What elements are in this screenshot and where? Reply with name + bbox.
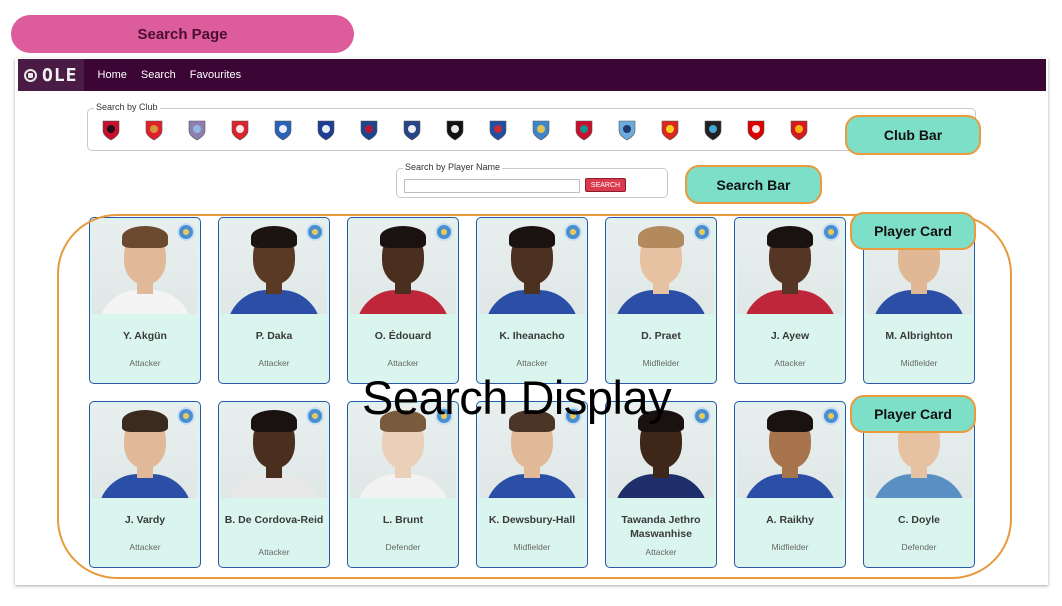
leicester-badge-icon bbox=[306, 407, 324, 425]
player-position: Attacker bbox=[129, 542, 161, 552]
nottingham-forest-crest-icon[interactable] bbox=[745, 119, 767, 141]
player-card-annotation: Player Card bbox=[850, 395, 976, 433]
player-card[interactable]: A. Raikhy Midfielder bbox=[734, 401, 846, 568]
player-name: B. De Cordova-Reid bbox=[224, 514, 324, 526]
search-bar-annotation: Search Bar bbox=[685, 165, 822, 204]
leicester-badge-icon bbox=[564, 223, 582, 241]
player-position: Attacker bbox=[774, 358, 806, 368]
leicester-badge-icon bbox=[822, 223, 840, 241]
ipswich-crest-icon[interactable] bbox=[487, 119, 509, 141]
player-card-annotation: Player Card bbox=[850, 212, 976, 250]
player-search-legend: Search by Player Name bbox=[403, 162, 503, 172]
screenshot-stage: Search Page OLE Home Search Favourites S… bbox=[0, 0, 1062, 606]
player-position: Midfielder bbox=[642, 358, 680, 368]
player-card[interactable]: K. Iheanacho Attacker bbox=[476, 217, 588, 384]
leicester-badge-icon bbox=[177, 223, 195, 241]
player-position: Midfielder bbox=[513, 542, 551, 552]
player-card[interactable]: L. Brunt Defender bbox=[347, 401, 459, 568]
navbar: OLE Home Search Favourites bbox=[18, 59, 1046, 91]
newcastle-crest-icon[interactable] bbox=[702, 119, 724, 141]
player-position: Attacker bbox=[258, 547, 290, 557]
player-card[interactable]: Tawanda Jethro Maswanhise Attacker bbox=[605, 401, 717, 568]
player-card[interactable]: D. Praet Midfielder bbox=[605, 217, 717, 384]
player-position: Midfielder bbox=[900, 358, 938, 368]
player-position: Attacker bbox=[258, 358, 290, 368]
player-name: J. Vardy bbox=[124, 514, 166, 526]
player-name: M. Albrighton bbox=[885, 330, 953, 342]
search-button[interactable]: SEARCH bbox=[585, 178, 626, 192]
player-position: Attacker bbox=[516, 358, 548, 368]
leicester-crest-icon[interactable] bbox=[530, 119, 552, 141]
player-card[interactable]: J. Vardy Attacker bbox=[89, 401, 201, 568]
player-name: D. Praet bbox=[641, 330, 681, 342]
fulham-crest-icon[interactable] bbox=[444, 119, 466, 141]
app-logo[interactable]: OLE bbox=[18, 59, 84, 91]
player-position: Defender bbox=[385, 542, 421, 552]
leicester-badge-icon bbox=[435, 223, 453, 241]
aston-villa-crest-icon[interactable] bbox=[186, 119, 208, 141]
player-position: Attacker bbox=[387, 358, 419, 368]
leicester-badge-icon bbox=[693, 407, 711, 425]
player-position: Attacker bbox=[129, 358, 161, 368]
club-filter-bar: Search by Club bbox=[87, 102, 976, 151]
man-city-crest-icon[interactable] bbox=[616, 119, 638, 141]
football-icon bbox=[24, 68, 37, 82]
leicester-badge-icon bbox=[693, 223, 711, 241]
player-name: K. Iheanacho bbox=[499, 330, 565, 342]
player-position: Defender bbox=[901, 542, 937, 552]
liverpool-crest-icon[interactable] bbox=[573, 119, 595, 141]
player-name: Tawanda Jethro Maswanhise bbox=[621, 514, 701, 540]
brighton-crest-icon[interactable] bbox=[272, 119, 294, 141]
nav-link-home[interactable]: Home bbox=[98, 69, 127, 81]
brentford-crest-icon[interactable] bbox=[229, 119, 251, 141]
bournemouth-crest-icon[interactable] bbox=[100, 119, 122, 141]
player-card[interactable]: P. Daka Attacker bbox=[218, 217, 330, 384]
player-search-box: Search by Player Name SEARCH bbox=[396, 162, 668, 198]
player-search-input[interactable] bbox=[404, 179, 580, 193]
everton-crest-icon[interactable] bbox=[401, 119, 423, 141]
player-card[interactable]: B. De Cordova-Reid Attacker bbox=[218, 401, 330, 568]
player-name: K. Dewsbury-Hall bbox=[488, 514, 576, 526]
chelsea-crest-icon[interactable] bbox=[315, 119, 337, 141]
nav-link-search[interactable]: Search bbox=[141, 69, 176, 81]
logo-text: OLE bbox=[42, 64, 78, 86]
player-name: O. Édouard bbox=[374, 330, 432, 342]
southampton-crest-icon[interactable] bbox=[788, 119, 810, 141]
player-name: A. Raikhy bbox=[766, 514, 814, 526]
leicester-badge-icon bbox=[177, 407, 195, 425]
page-title-annotation: Search Page bbox=[11, 15, 354, 53]
search-display-annotation: Search Display bbox=[362, 371, 672, 424]
club-bar-annotation: Club Bar bbox=[845, 115, 981, 155]
man-united-crest-icon[interactable] bbox=[659, 119, 681, 141]
crystal-palace-crest-icon[interactable] bbox=[358, 119, 380, 141]
player-name: J. Ayew bbox=[770, 330, 810, 342]
player-card[interactable]: K. Dewsbury-Hall Midfielder bbox=[476, 401, 588, 568]
player-position: Midfielder bbox=[771, 542, 809, 552]
player-position: Attacker bbox=[645, 547, 677, 557]
club-filter-legend: Search by Club bbox=[94, 102, 160, 112]
player-card[interactable]: J. Ayew Attacker bbox=[734, 217, 846, 384]
player-name: C. Doyle bbox=[897, 514, 940, 526]
club-crest-list bbox=[100, 119, 831, 141]
player-name: P. Daka bbox=[255, 330, 293, 342]
leicester-badge-icon bbox=[822, 407, 840, 425]
leicester-badge-icon bbox=[306, 223, 324, 241]
player-card[interactable]: Y. Akgün Attacker bbox=[89, 217, 201, 384]
player-name: L. Brunt bbox=[382, 514, 424, 526]
arsenal-crest-icon[interactable] bbox=[143, 119, 165, 141]
nav-link-favourites[interactable]: Favourites bbox=[190, 69, 241, 81]
player-card[interactable]: O. Édouard Attacker bbox=[347, 217, 459, 384]
player-name: Y. Akgün bbox=[123, 330, 167, 342]
